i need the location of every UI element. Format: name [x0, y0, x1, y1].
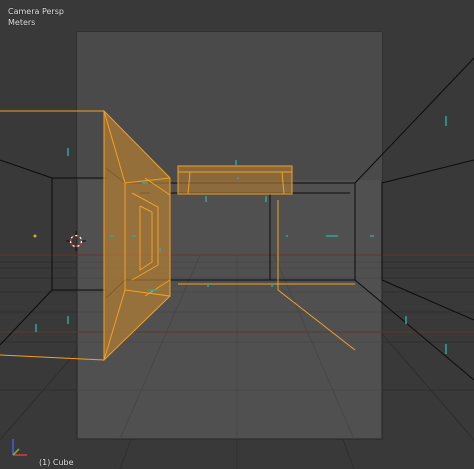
axis-gizmo-icon[interactable] [5, 435, 31, 463]
3d-viewport[interactable]: Camera Persp Meters (1) Cube [0, 0, 474, 469]
viewport-view-name: Camera Persp [8, 7, 64, 16]
cube-face-top [177, 165, 293, 195]
object-origin-dot [33, 234, 37, 238]
viewport-scene[interactable] [0, 0, 474, 469]
viewport-unit-label: Meters [8, 18, 36, 27]
active-object-info: (1) Cube [39, 458, 74, 467]
